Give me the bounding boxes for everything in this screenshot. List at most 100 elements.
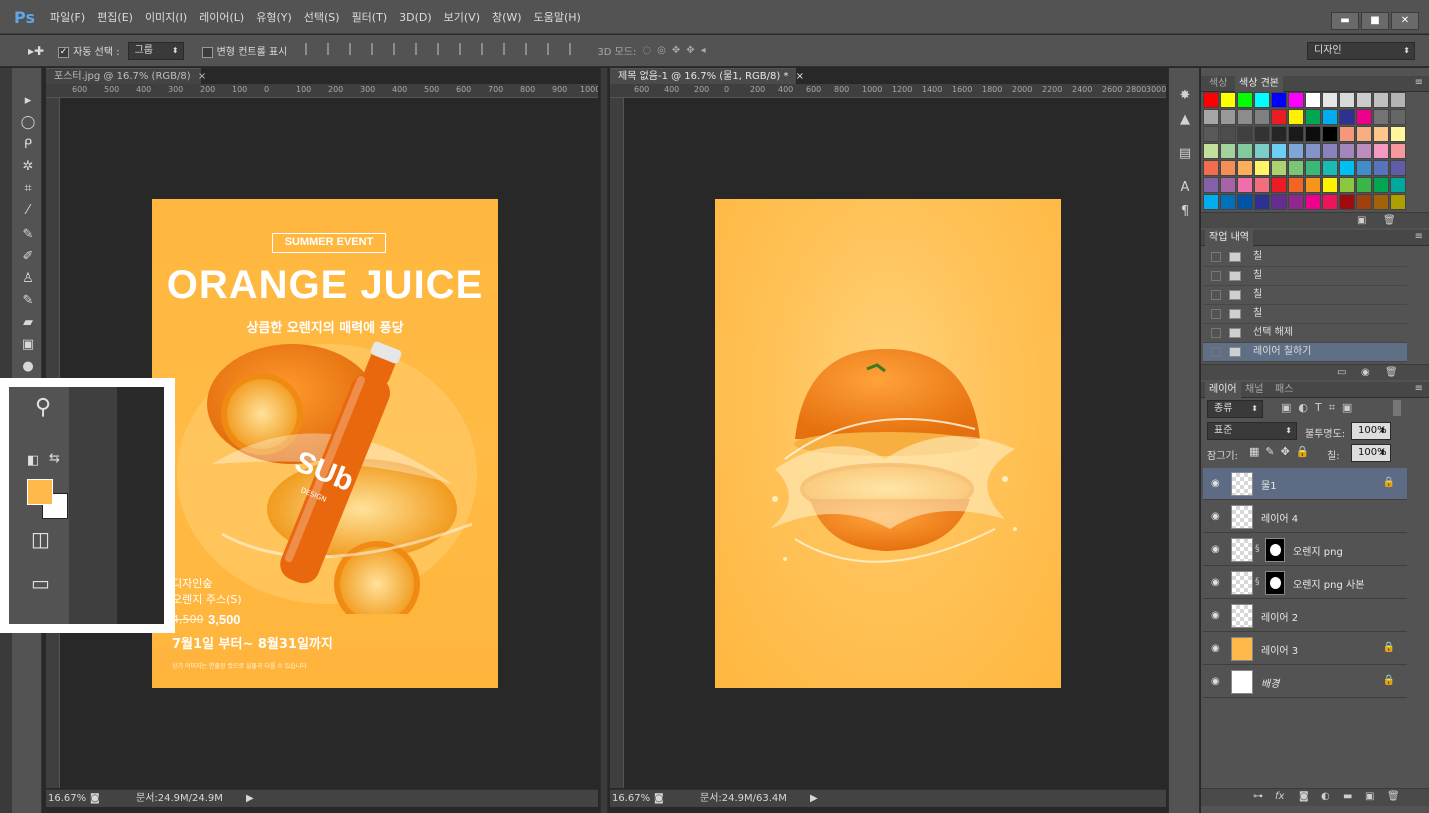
- layer-row-water1[interactable]: ◉ 물1 🔒: [1203, 468, 1407, 500]
- color-swatch[interactable]: [1322, 194, 1338, 210]
- status-arrow-icon[interactable]: ▶: [810, 790, 818, 807]
- layer-row-layer4[interactable]: ◉ 레이어 4: [1203, 501, 1407, 533]
- adjustment-layer-icon[interactable]: ◐: [1321, 791, 1330, 802]
- color-swatch[interactable]: [1305, 194, 1321, 210]
- distribute-right-icon[interactable]: [547, 43, 561, 55]
- histogram-icon[interactable]: ▲: [1177, 112, 1193, 128]
- color-swatch[interactable]: [1373, 92, 1389, 108]
- magic-wand-tool-icon[interactable]: ✲: [19, 158, 37, 176]
- layer-row-layer2[interactable]: ◉ 레이어 2: [1203, 600, 1407, 632]
- align-bottom-icon[interactable]: [349, 43, 363, 55]
- color-swatch[interactable]: [1305, 143, 1321, 159]
- color-swatch[interactable]: [1390, 126, 1406, 142]
- color-swatch[interactable]: [1237, 92, 1253, 108]
- color-swatch[interactable]: [1288, 194, 1304, 210]
- menu-file[interactable]: 파일(F): [50, 9, 85, 25]
- align-vcenter-icon[interactable]: [327, 43, 341, 55]
- character-icon[interactable]: A: [1177, 180, 1193, 196]
- snapshot-camera-icon[interactable]: ◉: [1361, 367, 1370, 378]
- visibility-eye-icon[interactable]: ◉: [1211, 511, 1220, 522]
- doc-tab-untitled[interactable]: 제목 없음-1 @ 16.7% (물1, RGB/8) * ×: [610, 68, 804, 84]
- link-layers-icon[interactable]: ⊶: [1253, 791, 1263, 802]
- status-arrow-icon[interactable]: ▶: [246, 790, 254, 807]
- color-swatch[interactable]: [1271, 194, 1287, 210]
- color-swatch[interactable]: [1339, 109, 1355, 125]
- tab-channels[interactable]: 채널: [1241, 382, 1267, 398]
- layer-row-background[interactable]: ◉ 배경 🔒: [1203, 666, 1407, 698]
- zoom-level[interactable]: 16.67%: [48, 790, 86, 807]
- color-swatch[interactable]: [1305, 109, 1321, 125]
- new-document-from-state-icon[interactable]: ▭: [1337, 367, 1346, 378]
- properties-icon[interactable]: ▤: [1177, 146, 1193, 162]
- menu-3d[interactable]: 3D(D): [399, 11, 432, 24]
- color-swatch[interactable]: [1373, 194, 1389, 210]
- gradient-tool-icon[interactable]: ▣: [19, 336, 37, 354]
- menu-image[interactable]: 이미지(I): [145, 9, 187, 25]
- color-swatch[interactable]: [1373, 160, 1389, 176]
- lock-icons[interactable]: ▦✎✥🔒: [1249, 445, 1316, 458]
- color-swatch[interactable]: [1254, 194, 1270, 210]
- menu-help[interactable]: 도움말(H): [534, 9, 581, 25]
- status-info-icon[interactable]: ◙: [654, 790, 664, 807]
- healing-brush-tool-icon[interactable]: ✎: [19, 226, 37, 244]
- visibility-eye-icon[interactable]: ◉: [1211, 610, 1220, 621]
- menu-edit[interactable]: 편집(E): [97, 9, 133, 25]
- tab-paths[interactable]: 패스: [1271, 382, 1297, 398]
- tab-layers[interactable]: 레이어: [1205, 382, 1241, 398]
- zoom-level[interactable]: 16.67%: [612, 790, 650, 807]
- workspace-dropdown[interactable]: 디자인: [1307, 41, 1415, 60]
- new-layer-icon[interactable]: ▣: [1365, 791, 1374, 802]
- untitled-canvas[interactable]: [715, 199, 1061, 688]
- distribute-top-icon[interactable]: [437, 43, 451, 55]
- color-swatch[interactable]: [1220, 177, 1236, 193]
- close-button[interactable]: ✕: [1391, 12, 1419, 30]
- adjustments-icon[interactable]: ✸: [1177, 88, 1193, 104]
- layer-row-layer3[interactable]: ◉ 레이어 3 🔒: [1203, 633, 1407, 665]
- distribute-bottom-icon[interactable]: [481, 43, 495, 55]
- color-swatch[interactable]: [1356, 126, 1372, 142]
- color-swatch[interactable]: [1288, 177, 1304, 193]
- color-swatch[interactable]: [1322, 92, 1338, 108]
- swap-colors-icon[interactable]: ⇆: [49, 451, 60, 466]
- color-swatch[interactable]: [1373, 143, 1389, 159]
- mask-link-icon[interactable]: §: [1255, 577, 1260, 587]
- zoom-tool-icon[interactable]: ⚲: [35, 395, 51, 420]
- distribute-vcenter-icon[interactable]: [459, 43, 473, 55]
- menu-view[interactable]: 보기(V): [444, 9, 480, 25]
- color-swatch[interactable]: [1356, 160, 1372, 176]
- history-snapshot-checkbox[interactable]: [1211, 347, 1221, 357]
- menu-layer[interactable]: 레이어(L): [199, 9, 244, 25]
- eyedropper-tool-icon[interactable]: ⁄: [19, 202, 37, 220]
- color-swatch[interactable]: [1254, 177, 1270, 193]
- history-snapshot-checkbox[interactable]: [1211, 290, 1221, 300]
- color-swatch[interactable]: [1254, 92, 1270, 108]
- history-snapshot-checkbox[interactable]: [1211, 328, 1221, 338]
- delete-swatch-icon[interactable]: 🗑: [1383, 215, 1396, 226]
- pane-divider[interactable]: [600, 68, 608, 813]
- color-swatch[interactable]: [1220, 126, 1236, 142]
- color-swatch[interactable]: [1220, 194, 1236, 210]
- eraser-tool-icon[interactable]: ▰: [19, 314, 37, 332]
- color-swatch[interactable]: [1254, 143, 1270, 159]
- minimize-button[interactable]: ▬: [1331, 12, 1359, 30]
- screen-mode-icon[interactable]: ▭: [31, 571, 50, 595]
- layer-filter-kind[interactable]: 종류: [1207, 400, 1263, 418]
- color-swatch[interactable]: [1288, 92, 1304, 108]
- color-swatch[interactable]: [1322, 126, 1338, 142]
- doc-tab-close-icon[interactable]: ×: [198, 71, 206, 82]
- visibility-eye-icon[interactable]: ◉: [1211, 676, 1220, 687]
- color-swatch[interactable]: [1305, 126, 1321, 142]
- color-swatch[interactable]: [1322, 143, 1338, 159]
- color-swatch[interactable]: [1339, 177, 1355, 193]
- color-swatch[interactable]: [1237, 143, 1253, 159]
- history-item[interactable]: 칠: [1203, 267, 1407, 286]
- color-swatch[interactable]: [1356, 194, 1372, 210]
- visibility-eye-icon[interactable]: ◉: [1211, 544, 1220, 555]
- tab-swatches[interactable]: 색상 견본: [1235, 76, 1283, 92]
- color-swatch[interactable]: [1220, 109, 1236, 125]
- fill-input[interactable]: 100%: [1351, 444, 1391, 462]
- doc-tab-poster[interactable]: 포스터.jpg @ 16.7% (RGB/8) ×: [46, 68, 206, 84]
- color-swatch[interactable]: [1339, 160, 1355, 176]
- visibility-eye-icon[interactable]: ◉: [1211, 643, 1220, 654]
- menu-window[interactable]: 창(W): [492, 9, 522, 25]
